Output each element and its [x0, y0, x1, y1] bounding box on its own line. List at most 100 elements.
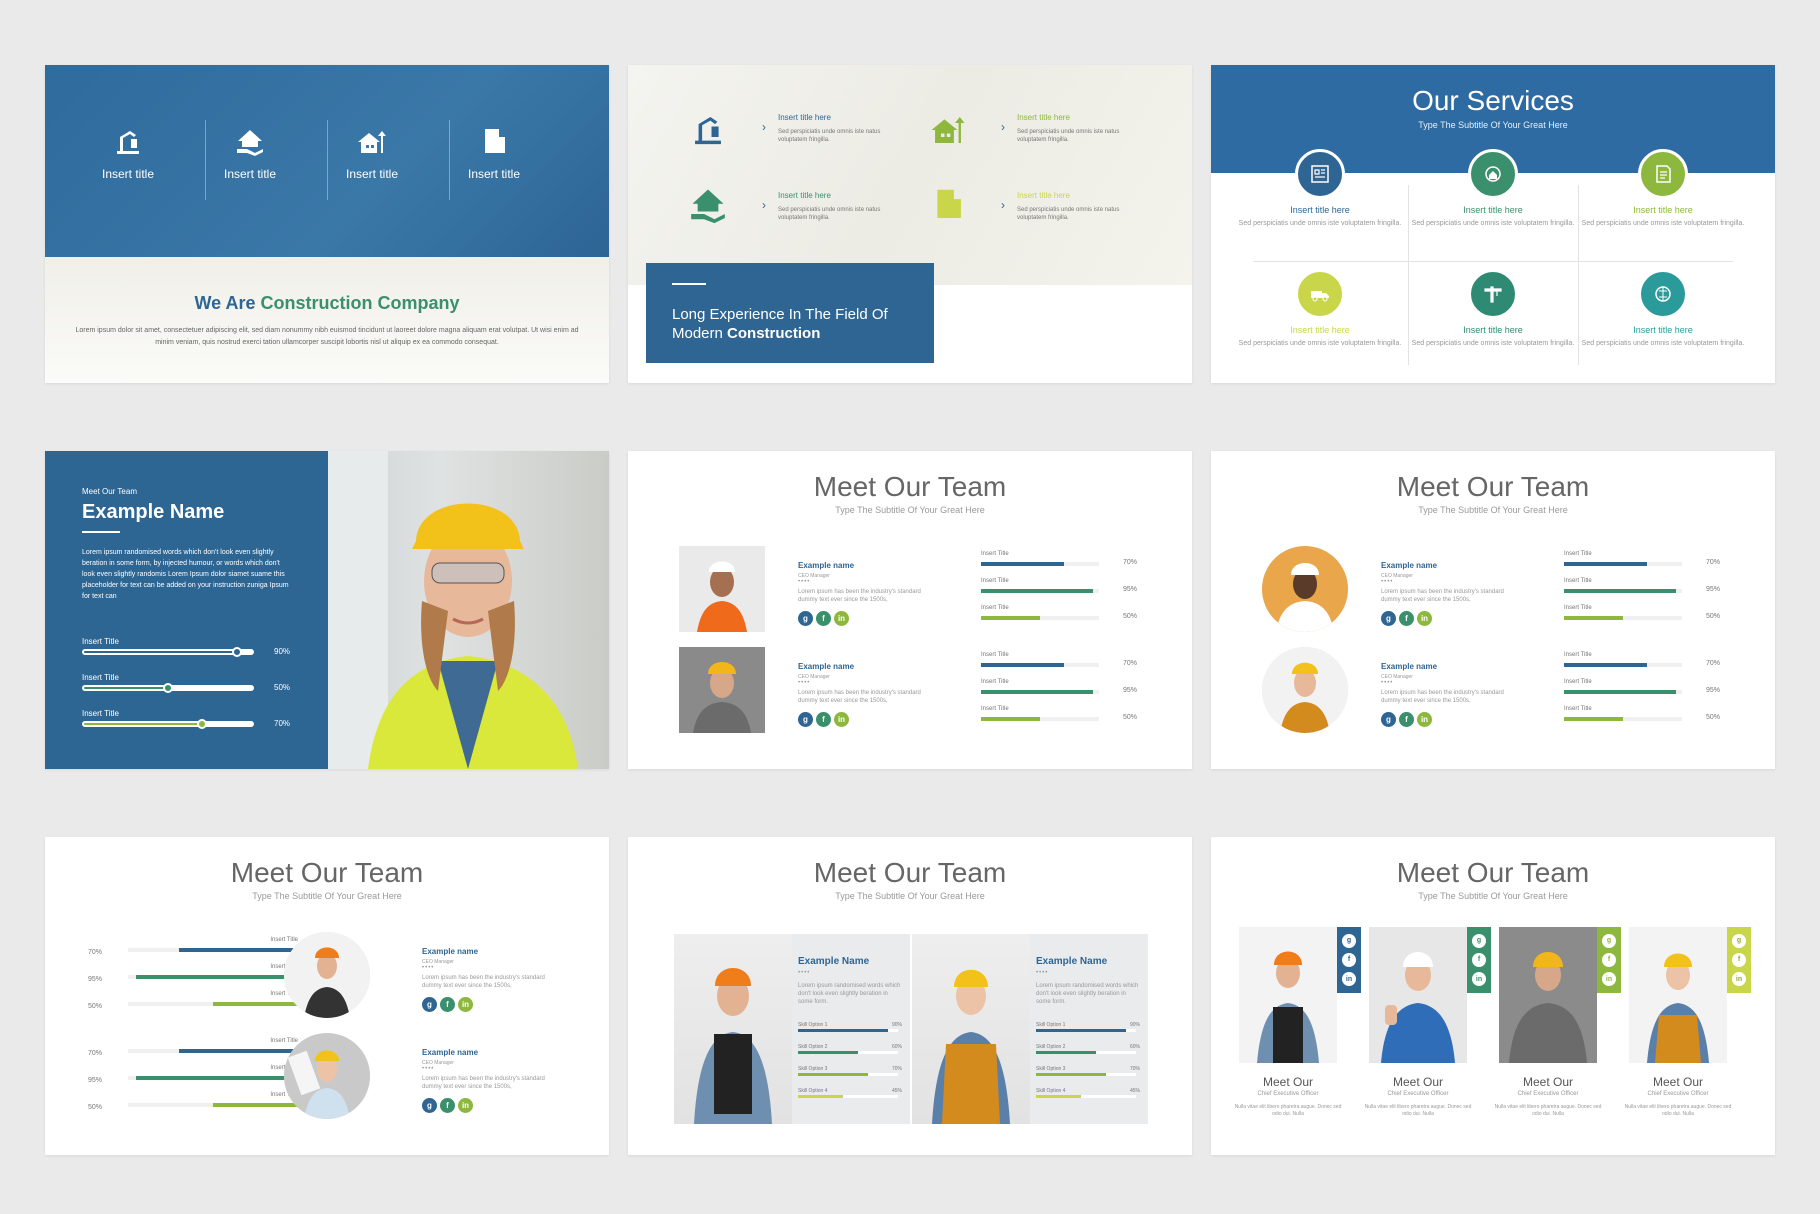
facebook-icon[interactable]: f	[816, 611, 831, 626]
item-text: Sed perspiciatis unde omnis iste natus v…	[1017, 129, 1120, 143]
service-cell: Insert title here Sed perspiciatis unde …	[1408, 149, 1578, 229]
item-text: Sed perspiciatis unde omnis iste natus v…	[778, 129, 881, 143]
facebook-icon[interactable]: f	[1732, 952, 1746, 967]
company-title: We Are Construction Company	[45, 293, 609, 314]
member-role: Chief Executive Officer	[1257, 1091, 1319, 1097]
skill-bar: Insert Title 50%	[981, 605, 1137, 620]
slide-meet-our-team-mirrored[interactable]: Meet Our Team Type The Subtitle Of Your …	[45, 837, 609, 1155]
google-plus-icon[interactable]: g	[798, 712, 813, 727]
skill-bar: Skill Option 1 90%	[798, 1022, 902, 1032]
linkedin-icon[interactable]: in	[1417, 611, 1432, 626]
facebook-icon[interactable]: f	[1399, 712, 1414, 727]
linkedin-icon[interactable]: in	[458, 997, 473, 1012]
member-desc: Nulla vitae elit libero pharetra augue. …	[1494, 1104, 1602, 1117]
member-name: Example Name	[1036, 956, 1108, 967]
skill-bar: Insert Title 70%	[1564, 551, 1720, 566]
facebook-icon[interactable]: f	[1472, 952, 1486, 967]
linkedin-icon[interactable]: in	[1472, 972, 1486, 987]
house-hand-icon	[237, 130, 263, 156]
skill-bar: Insert Title 50%	[1564, 706, 1720, 721]
skill-knob[interactable]	[232, 647, 242, 657]
team-subtitle: Type The Subtitle Of Your Great Here	[252, 891, 402, 901]
item-text: Sed perspiciatis unde omnis iste natus v…	[1017, 207, 1120, 221]
service-title: Insert title here	[1633, 205, 1693, 215]
skill-pct: 60%	[892, 1044, 903, 1050]
google-plus-icon[interactable]: g	[798, 611, 813, 626]
chevron-right-icon: ›	[762, 198, 766, 212]
skill-label: Skill Option 4	[1036, 1088, 1066, 1094]
google-plus-icon[interactable]: g	[1342, 933, 1356, 948]
facebook-icon[interactable]: f	[1342, 952, 1356, 967]
slide-meet-our-team-square[interactable]: Meet Our Team Type The Subtitle Of Your …	[628, 451, 1192, 769]
skill-label: Insert Title	[82, 673, 119, 682]
facebook-icon[interactable]: f	[1399, 611, 1414, 626]
experience-text: Long Experience In The Field Of Modern C…	[672, 305, 888, 343]
linkedin-icon[interactable]: in	[1342, 972, 1356, 987]
member-desc: Nulla vitae elit libero pharetra augue. …	[1234, 1104, 1342, 1117]
rating-dots: ••••	[1381, 579, 1394, 585]
skill-fill	[981, 616, 1040, 620]
service-text: Sed perspiciatis unde omnis iste volupta…	[1238, 340, 1402, 347]
skill-knob[interactable]	[197, 719, 207, 729]
linkedin-icon[interactable]: in	[458, 1098, 473, 1113]
linkedin-icon[interactable]: in	[834, 611, 849, 626]
google-plus-icon[interactable]: g	[1732, 933, 1746, 948]
slide-example-name-profile[interactable]: Meet Our Team Example Name Lorem ipsum r…	[45, 451, 609, 769]
skill-fill	[84, 687, 168, 689]
member-role: Chief Executive Officer	[1647, 1091, 1709, 1097]
experience-line-2a: Modern	[672, 325, 723, 342]
member-photo	[912, 934, 1030, 1124]
experience-line-1: Long Experience In The Field Of	[672, 306, 888, 323]
slide-long-experience[interactable]: › Insert title here Sed perspiciatis und…	[628, 65, 1192, 383]
service-text: Sed perspiciatis unde omnis iste volupta…	[1411, 220, 1575, 227]
service-cell: Insert title here Sed perspiciatis unde …	[1235, 149, 1405, 229]
member-desc: Lorem ipsum randomised words which don't…	[798, 983, 901, 1005]
member-name: Example name	[1381, 662, 1438, 671]
skill-pct: 50%	[1123, 613, 1138, 620]
slide-construction-company[interactable]: Insert title Insert title Insert title I…	[45, 65, 609, 383]
chevron-right-icon: ›	[1001, 120, 1005, 134]
google-plus-icon[interactable]: g	[1472, 933, 1486, 948]
linkedin-icon[interactable]: in	[1732, 972, 1746, 987]
facebook-icon[interactable]: f	[440, 997, 455, 1012]
google-plus-icon[interactable]: g	[422, 1098, 437, 1113]
skill-knob[interactable]	[163, 683, 173, 693]
google-plus-icon[interactable]: g	[1381, 611, 1396, 626]
linkedin-icon[interactable]: in	[1602, 972, 1616, 987]
linkedin-icon[interactable]: in	[834, 712, 849, 727]
accent-line	[82, 531, 120, 533]
skill-pct: 90%	[892, 1022, 903, 1028]
rating-dots: ••••	[422, 965, 435, 971]
slide-our-services[interactable]: Our Services Type The Subtitle Of Your G…	[1211, 65, 1775, 383]
member-photo	[1239, 927, 1337, 1063]
google-plus-icon[interactable]: g	[422, 997, 437, 1012]
google-plus-icon[interactable]: g	[1381, 712, 1396, 727]
slide-meet-our-team-grid[interactable]: Meet Our Team Type The Subtitle Of Your …	[1211, 837, 1775, 1155]
slide-meet-our-team-cards[interactable]: Meet Our Team Type The Subtitle Of Your …	[628, 837, 1192, 1155]
skill-bar: Skill Option 1 90%	[1036, 1022, 1140, 1032]
member-desc: Nulla vitae elit libero pharetra augue. …	[1624, 1104, 1732, 1117]
experience-line-2b: Construction	[727, 325, 821, 342]
member-name: Example Name	[798, 956, 870, 967]
facebook-icon[interactable]: f	[816, 712, 831, 727]
facebook-icon[interactable]: f	[440, 1098, 455, 1113]
skill-fill	[798, 1073, 868, 1076]
skill-bar: Insert Title 70%	[981, 652, 1137, 667]
slide-meet-our-team-round[interactable]: Meet Our Team Type The Subtitle Of Your …	[1211, 451, 1775, 769]
service-title: Insert title here	[1463, 325, 1523, 335]
skill-label: Insert Title	[82, 637, 119, 646]
member-role: Chief Executive Officer	[1517, 1091, 1579, 1097]
skill-fill	[213, 1103, 298, 1107]
skill-label: Insert Title	[981, 551, 1009, 557]
title-part-b: Construction Company	[260, 293, 460, 313]
linkedin-icon[interactable]: in	[1417, 712, 1432, 727]
google-plus-icon[interactable]: g	[1602, 933, 1616, 948]
skill-pct: 90%	[274, 647, 291, 656]
item-title: Insert title here	[1017, 113, 1070, 122]
skill-pct: 70%	[1706, 559, 1721, 566]
item-title: Insert title here	[1017, 191, 1070, 200]
worker-illustration	[328, 451, 578, 769]
rating-dots: ••••	[1036, 970, 1049, 976]
member-name: Example name	[422, 947, 479, 956]
facebook-icon[interactable]: f	[1602, 952, 1616, 967]
